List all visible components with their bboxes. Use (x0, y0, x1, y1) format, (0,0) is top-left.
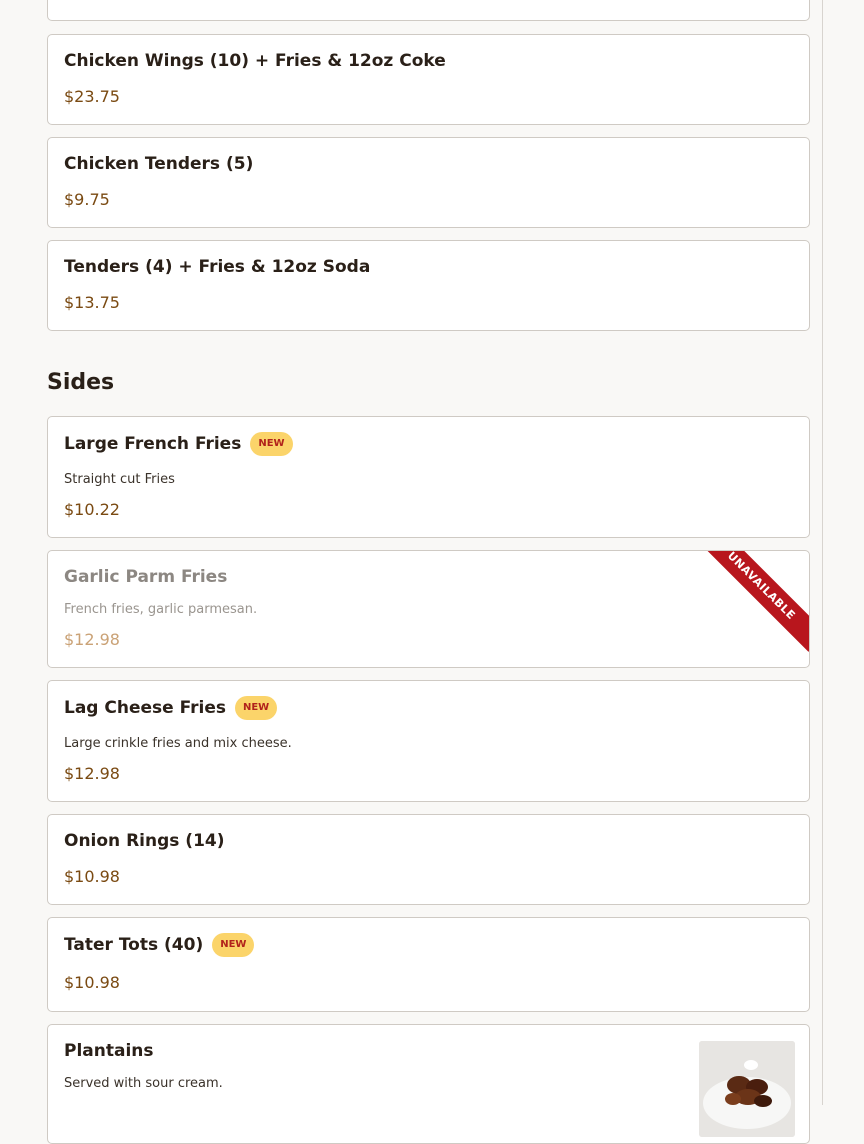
item-name: Large French Fries (64, 434, 242, 454)
menu-item-card-unavailable: Garlic Parm Fries French fries, garlic p… (47, 550, 810, 668)
new-badge: NEW (212, 933, 255, 957)
item-description: Large crinkle fries and mix cheese. (64, 736, 292, 751)
section-title-sides: Sides (47, 370, 115, 395)
item-description: Straight cut Fries (64, 472, 175, 487)
item-name: Chicken Tenders (5) (64, 154, 254, 174)
item-name: Garlic Parm Fries (64, 567, 228, 587)
item-price: $23.75 (64, 87, 120, 106)
item-price: $12.98 (64, 764, 120, 783)
menu-item-card[interactable]: Chicken Wings (10) + Fries & 12oz Coke $… (47, 34, 810, 125)
item-name: Tater Tots (40) (64, 935, 204, 955)
item-name: Onion Rings (14) (64, 831, 225, 851)
item-price: $10.22 (64, 500, 120, 519)
item-title-row: Large French Fries NEW (64, 432, 293, 456)
item-name: Plantains (64, 1041, 154, 1061)
item-price: $12.98 (64, 630, 120, 649)
new-badge: NEW (234, 696, 278, 720)
item-name: Tenders (4) + Fries & 12oz Soda (64, 257, 371, 277)
item-price: $10.98 (64, 973, 120, 992)
plantains-photo-icon (699, 1041, 795, 1137)
item-description: Served with sour cream. (64, 1076, 223, 1091)
unavailable-ribbon: UNAVAILABLE (695, 551, 809, 652)
item-description: French fries, garlic parmesan. (64, 602, 258, 617)
item-name: Lag Cheese Fries (64, 698, 226, 718)
item-price: $13.75 (64, 293, 120, 312)
menu-item-card[interactable]: Lag Cheese Fries NEW Large crinkle fries… (47, 680, 810, 802)
item-title-row: Lag Cheese Fries NEW (64, 696, 278, 720)
menu-item-card[interactable]: Large French Fries NEW Straight cut Frie… (47, 416, 810, 538)
menu-item-card-partial[interactable] (47, 0, 810, 21)
menu-item-card[interactable]: Chicken Tenders (5) $9.75 (47, 137, 810, 228)
menu-item-card[interactable]: Plantains Served with sour cream. (47, 1024, 810, 1144)
menu-item-card[interactable]: Tenders (4) + Fries & 12oz Soda $13.75 (47, 240, 810, 331)
menu-item-card[interactable]: Tater Tots (40) NEW $10.98 (47, 917, 810, 1012)
menu-item-card[interactable]: Onion Rings (14) $10.98 (47, 814, 810, 905)
item-photo (699, 1041, 795, 1137)
item-price: $10.98 (64, 867, 120, 886)
item-name: Chicken Wings (10) + Fries & 12oz Coke (64, 51, 446, 71)
new-badge: NEW (250, 432, 293, 456)
item-title-row: Tater Tots (40) NEW (64, 933, 255, 957)
item-price: $9.75 (64, 190, 110, 209)
page-right-border (822, 0, 823, 1105)
